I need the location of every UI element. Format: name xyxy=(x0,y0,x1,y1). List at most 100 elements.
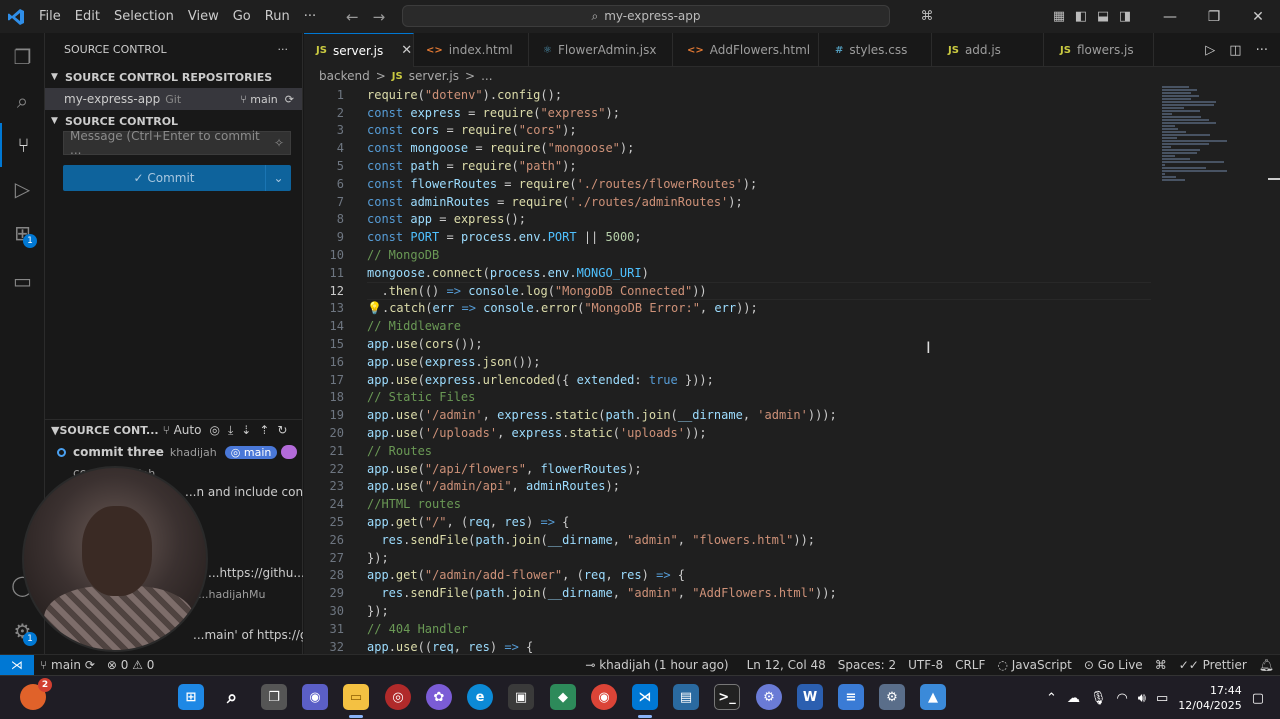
menu-go[interactable]: Go xyxy=(226,0,258,33)
code-line[interactable]: 32 app.use((req, res) => { xyxy=(304,638,1164,654)
edge-browser-icon[interactable]: e xyxy=(467,684,493,710)
code-line[interactable]: 2 const express = require("express"); xyxy=(304,104,1164,122)
manage-gear-icon[interactable]: ⚙ 1 xyxy=(0,609,45,653)
clock[interactable]: 17:44 12/04/2025 xyxy=(1178,683,1241,713)
menu-file[interactable]: File xyxy=(32,0,68,33)
status-language[interactable]: ◌ JavaScript xyxy=(991,658,1077,672)
more-actions-icon[interactable]: ··· xyxy=(278,43,289,56)
status-eol[interactable]: CRLF xyxy=(949,658,991,672)
code-line[interactable]: 31 // 404 Handler xyxy=(304,620,1164,638)
code-line[interactable]: 20 app.use('/uploads', express.static('up… xyxy=(304,424,1164,442)
chat-app-icon[interactable]: ◉ xyxy=(302,684,328,710)
tab-add-js[interactable]: JS add.js xyxy=(932,33,1044,67)
remote-indicator-icon[interactable]: ⋊ xyxy=(0,654,34,676)
toggle-panel-icon[interactable]: ⬓ xyxy=(1092,9,1114,24)
split-editor-icon[interactable]: ◫ xyxy=(1229,43,1241,58)
code-line[interactable]: 14 // Middleware xyxy=(304,317,1164,335)
code-line[interactable]: 6 const flowerRoutes = require('./routes/… xyxy=(304,175,1164,193)
status-blame[interactable]: ⊸ khadijah (1 hour ago) xyxy=(579,658,734,672)
breadcrumb-symbol[interactable]: ... xyxy=(481,69,492,83)
code-line[interactable]: 11 mongoose.connect(process.env.MONGO_URI… xyxy=(304,264,1164,282)
microphone-icon[interactable]: 🎙︎ xyxy=(1090,691,1107,706)
fetch-icon[interactable]: ⤓ xyxy=(228,423,233,438)
recorder-app-icon[interactable]: ◎ xyxy=(385,684,411,710)
app-icon[interactable]: ▤ xyxy=(673,684,699,710)
code-line[interactable]: 22 app.use("/api/flowers", flowerRoutes); xyxy=(304,460,1164,478)
tray-overflow-icon[interactable]: ⌃ xyxy=(1046,691,1057,706)
notification-center-icon[interactable]: ▢ xyxy=(1252,691,1264,706)
repo-branch[interactable]: ⑂ main ⟳ xyxy=(240,93,294,106)
code-line[interactable]: 30}); xyxy=(304,602,1164,620)
extensions-icon[interactable]: ⊞ 1 xyxy=(0,211,45,255)
status-branch[interactable]: ⑂ main ⟳ xyxy=(34,658,101,672)
code-line[interactable]: 27}); xyxy=(304,549,1164,567)
volume-icon[interactable]: 🔊︎ xyxy=(1138,691,1146,706)
close-window-icon[interactable]: ✕ xyxy=(1236,9,1280,25)
code-line[interactable]: 3 const cors = require("cors"); xyxy=(304,122,1164,140)
code-line[interactable]: 13 💡.catch(err => console.error("MongoDB … xyxy=(304,300,1164,318)
explorer-icon[interactable]: ❐ xyxy=(0,35,45,79)
customize-layout-icon[interactable]: ▦ xyxy=(1048,9,1070,24)
repo-row[interactable]: my-express-app Git ⑂ main ⟳ xyxy=(45,88,302,110)
tab-floweradmin-jsx[interactable]: ⚛ FlowerAdmin.jsx xyxy=(529,33,673,67)
close-tab-icon[interactable]: ✕ xyxy=(401,43,412,58)
status-problems[interactable]: ⊗ 0 ⚠ 0 xyxy=(101,658,161,672)
scrollbar-marker[interactable] xyxy=(1268,178,1280,180)
code-editor[interactable]: 1 require("dotenv").config(); 2 const expre… xyxy=(304,85,1280,654)
commit-message-input[interactable]: Message (Ctrl+Enter to commit ... ✧ xyxy=(63,129,291,157)
copilot-status-icon[interactable]: ⌘ xyxy=(1149,658,1173,672)
restore-icon[interactable]: ❐ xyxy=(1192,9,1236,25)
wifi-icon[interactable]: ◠ xyxy=(1116,691,1127,706)
forward-arrow-icon[interactable]: → xyxy=(373,8,386,26)
status-golive[interactable]: ⊙ Go Live xyxy=(1078,658,1149,672)
code-line[interactable]: 15 app.use(cors()); xyxy=(304,335,1164,353)
sparkle-icon[interactable]: ✧ xyxy=(274,136,284,150)
menu-view[interactable]: View xyxy=(181,0,226,33)
menu-selection[interactable]: Selection xyxy=(107,0,181,33)
word-app-icon[interactable]: W xyxy=(797,684,823,710)
source-control-icon[interactable]: ⑂ xyxy=(0,123,45,167)
code-line[interactable]: 16 app.use(express.json()); xyxy=(304,353,1164,371)
code-line[interactable]: 17 app.use(express.urlencoded({ extended:… xyxy=(304,371,1164,389)
code-line[interactable]: 7 const adminRoutes = require('./routes/a… xyxy=(304,193,1164,211)
menu-edit[interactable]: Edit xyxy=(68,0,107,33)
commit-button[interactable]: ✓ Commit ⌄ xyxy=(63,165,291,191)
commit-dropdown-icon[interactable]: ⌄ xyxy=(265,165,291,191)
vscode-taskbar-icon[interactable]: ⋊ xyxy=(632,684,658,710)
battery-icon[interactable]: ▭ xyxy=(1156,691,1168,706)
menu-run[interactable]: Run xyxy=(258,0,297,33)
minimize-icon[interactable]: — xyxy=(1148,9,1192,25)
code-line[interactable]: 9 const PORT = process.env.PORT || 5000; xyxy=(304,228,1164,246)
editor-more-icon[interactable]: ··· xyxy=(1256,43,1268,58)
code-line[interactable]: 25 app.get("/", (req, res) => { xyxy=(304,513,1164,531)
copilot-app-icon[interactable]: ✿ xyxy=(426,684,452,710)
terminal-icon[interactable]: >_ xyxy=(714,684,740,710)
code-line[interactable]: 5 const path = require("path"); xyxy=(304,157,1164,175)
minimap[interactable] xyxy=(1162,85,1232,181)
taskbar-search-icon[interactable]: ⌕ xyxy=(219,684,245,710)
code-line[interactable]: 12 .then(() => console.log("MongoDB Conn… xyxy=(304,282,1164,300)
back-arrow-icon[interactable]: ← xyxy=(346,8,359,26)
toggle-primary-sidebar-icon[interactable]: ◧ xyxy=(1070,9,1092,24)
run-file-icon[interactable]: ▷ xyxy=(1205,43,1215,58)
search-view-icon[interactable]: ⌕ xyxy=(0,79,45,123)
status-spaces[interactable]: Spaces: 2 xyxy=(832,658,902,672)
tab-flowers-js[interactable]: JS flowers.js xyxy=(1044,33,1154,67)
git-app-icon[interactable]: ◆ xyxy=(550,684,576,710)
code-line[interactable]: 23 app.use("/admin/api", adminRoutes); xyxy=(304,478,1164,496)
weather-widget-icon[interactable]: 2 xyxy=(20,678,52,710)
repositories-section-header[interactable]: ▼ SOURCE CONTROL REPOSITORIES xyxy=(45,66,302,88)
status-encoding[interactable]: UTF-8 xyxy=(902,658,949,672)
breadcrumb-folder[interactable]: backend xyxy=(319,69,370,83)
tools-app-icon[interactable]: ⚙ xyxy=(879,684,905,710)
graph-commit-row[interactable]: commit three khadijah ◎ main xyxy=(45,441,303,463)
notes-app-icon[interactable]: ≡ xyxy=(838,684,864,710)
command-center-search[interactable]: ⌕ my-express-app xyxy=(402,5,890,27)
notifications-bell-icon[interactable]: 🔔︎ xyxy=(1253,658,1280,672)
store-app-icon[interactable]: ▣ xyxy=(508,684,534,710)
code-line[interactable]: 8 const app = express(); xyxy=(304,211,1164,229)
photos-app-icon[interactable]: ▲ xyxy=(920,684,946,710)
code-line[interactable]: 10 // MongoDB xyxy=(304,246,1164,264)
tab-index-html[interactable]: <> index.html xyxy=(414,33,529,67)
status-position[interactable]: Ln 12, Col 48 xyxy=(741,658,832,672)
